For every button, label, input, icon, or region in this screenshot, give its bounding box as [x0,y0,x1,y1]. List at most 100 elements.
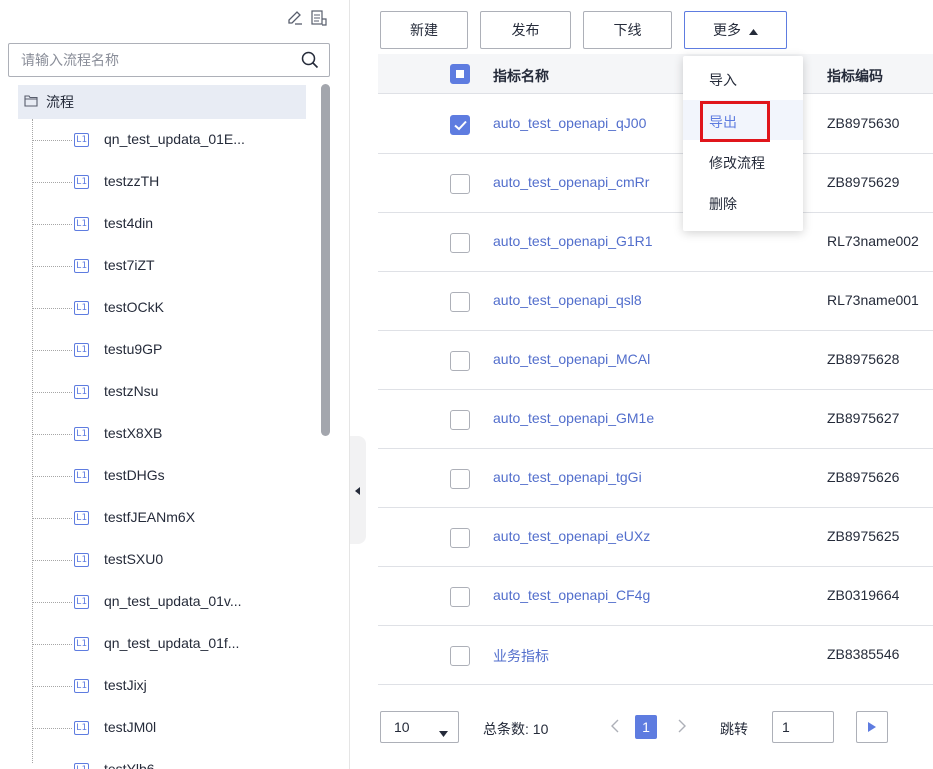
collapse-panel-button[interactable] [350,436,366,544]
tree-node-label: test7iZT [104,257,155,273]
tree-node[interactable]: L1 testOCkK [18,287,306,329]
tree-scrollbar[interactable] [321,84,330,436]
metric-name-link[interactable]: auto_test_openapi_tgGi [493,469,642,485]
tree-node[interactable]: L1 test4din [18,203,306,245]
tree-node[interactable]: L1 testDHGs [18,455,306,497]
metric-name-link[interactable]: 业务指标 [493,646,549,666]
tree-node[interactable]: L1 testSXU0 [18,539,306,581]
tree-node[interactable]: L1 testX8XB [18,413,306,455]
tree-node-label: testSXU0 [104,551,164,567]
metric-name-link[interactable]: auto_test_openapi_MCAl [493,351,650,367]
tree-connector [32,224,72,225]
row-checkbox[interactable] [450,587,470,607]
tree-root-process[interactable]: 流程 [18,85,306,119]
tree-node-label: testYlb6 [104,761,155,769]
tree-node-label: testDHGs [104,467,165,483]
tree-node-label: test4din [104,215,154,231]
tree-connector [32,476,72,477]
tree-node[interactable]: L1 testYlb6 [18,749,306,769]
metric-name-link[interactable]: auto_test_openapi_GM1e [493,410,654,426]
row-checkbox[interactable] [450,528,470,548]
tree-node[interactable]: L1 testzNsu [18,371,306,413]
metric-code: ZB8385546 [827,646,900,662]
metric-name-link[interactable]: auto_test_openapi_cmRr [493,174,649,190]
tree-node-label: qn_test_updata_01v... [104,593,242,609]
level-l1-icon: L1 [74,553,89,567]
menu-item-modify-process[interactable]: 修改流程 [709,153,765,173]
tree-node-label: qn_test_updata_01f... [104,635,240,651]
metric-code: RL73name002 [827,233,919,249]
header-metric-code: 指标编码 [827,68,883,84]
table-row: auto_test_openapi_CF4g ZB0319664 [378,567,933,626]
process-search-input[interactable] [9,44,289,76]
row-checkbox[interactable] [450,410,470,430]
table-row: auto_test_openapi_GM1e ZB8975627 [378,390,933,449]
level-l1-icon: L1 [74,679,89,693]
table-row: auto_test_openapi_cmRr ZB8975629 [378,154,933,213]
level-l1-icon: L1 [74,427,89,441]
annotation-highlight-box [700,101,770,142]
metric-name-link[interactable]: auto_test_openapi_qsl8 [493,292,642,308]
search-icon[interactable] [301,51,319,72]
metric-name-link[interactable]: auto_test_openapi_G1R1 [493,233,653,249]
page-size-select[interactable]: 10 [380,711,459,743]
metric-code: ZB8975625 [827,528,900,544]
tree-node[interactable]: L1 testu9GP [18,329,306,371]
prev-page-icon[interactable] [611,719,619,736]
row-checkbox[interactable] [450,233,470,253]
offline-button[interactable]: 下线 [583,11,672,49]
tree-connector [32,434,72,435]
page-number-current[interactable]: 1 [635,715,657,739]
tree-node[interactable]: L1 test7iZT [18,245,306,287]
tree-node[interactable]: L1 qn_test_updata_01E... [18,119,306,161]
process-search-box [8,43,330,77]
level-l1-icon: L1 [74,133,89,147]
level-l1-icon: L1 [74,217,89,231]
metric-name-link[interactable]: auto_test_openapi_eUXz [493,528,650,544]
tree-node[interactable]: L1 testJixj [18,665,306,707]
tree-root-label: 流程 [46,94,74,110]
jump-go-button[interactable] [856,711,888,743]
menu-item-delete[interactable]: 删除 [709,194,737,214]
level-l1-icon: L1 [74,637,89,651]
menu-item-import[interactable]: 导入 [709,70,737,90]
tree-node[interactable]: L1 testzzTH [18,161,306,203]
table-row: auto_test_openapi_G1R1 RL73name002 [378,213,933,272]
row-checkbox[interactable] [450,646,470,666]
metric-name-link[interactable]: auto_test_openapi_qJ00 [493,115,646,131]
jump-page-input[interactable]: 1 [772,711,834,743]
action-toolbar: 新建 发布 下线 更多 [380,11,787,49]
row-checkbox[interactable] [450,469,470,489]
row-checkbox[interactable] [450,115,470,135]
caret-up-icon [749,22,758,38]
tree-connector [32,560,72,561]
tree-node-label: testOCkK [104,299,164,315]
tree-node-label: testzNsu [104,383,159,399]
row-checkbox[interactable] [450,351,470,371]
row-checkbox[interactable] [450,292,470,312]
level-l1-icon: L1 [74,595,89,609]
level-l1-icon: L1 [74,469,89,483]
metric-name-link[interactable]: auto_test_openapi_CF4g [493,587,650,603]
level-l1-icon: L1 [74,301,89,315]
select-all-checkbox[interactable] [450,64,470,84]
folder-icon [24,94,38,110]
tree-connector [32,182,72,183]
next-page-icon[interactable] [678,719,686,736]
tree-node[interactable]: L1 qn_test_updata_01v... [18,581,306,623]
tree-node[interactable]: L1 testJM0l [18,707,306,749]
more-button[interactable]: 更多 [684,11,787,49]
publish-button[interactable]: 发布 [480,11,571,49]
jump-label: 跳转 [720,721,748,737]
table-row: auto_test_openapi_tgGi ZB8975626 [378,449,933,508]
new-button[interactable]: 新建 [380,11,468,49]
table-row: auto_test_openapi_qJ00 ZB8975630 [378,95,933,154]
process-tree-panel: 流程 L1 qn_test_updata_01E... L1 testzzTH L1 te… [0,0,338,769]
tree-node[interactable]: L1 qn_test_updata_01f... [18,623,306,665]
tree-node[interactable]: L1 testfJEANm6X [18,497,306,539]
edit-icon[interactable] [286,9,304,27]
row-checkbox[interactable] [450,174,470,194]
list-icon[interactable] [310,9,328,27]
tree-node-label: testX8XB [104,425,163,441]
level-l1-icon: L1 [74,511,89,525]
